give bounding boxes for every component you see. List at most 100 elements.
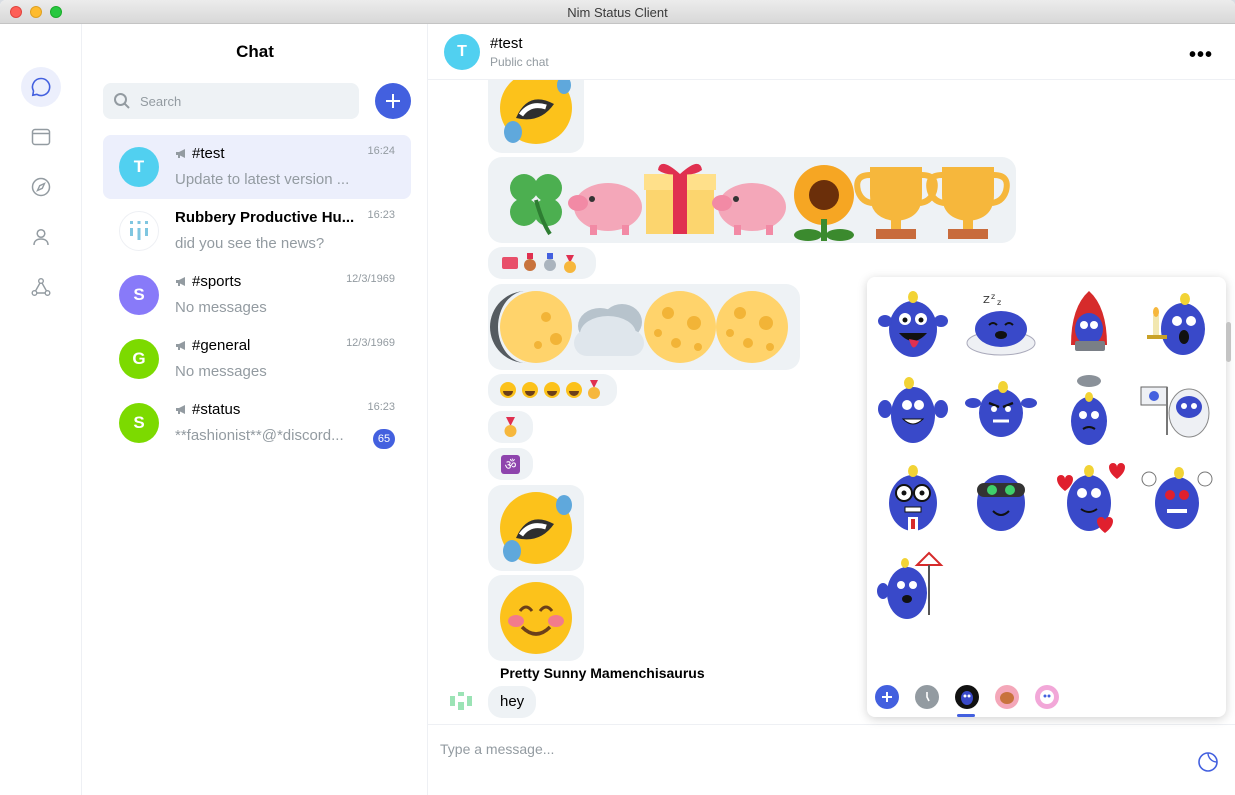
megaphone-icon (176, 405, 185, 414)
sticker-pack-3-button[interactable] (1035, 685, 1059, 709)
new-chat-button[interactable] (375, 83, 411, 119)
chat-item-test[interactable]: T #test 16:24 Update to latest version .… (103, 135, 411, 199)
chat-time: 12/3/1969 (346, 273, 395, 285)
chat-preview: did you see the news? (175, 235, 325, 252)
sticker-item[interactable] (1139, 285, 1215, 361)
message-scrollbar[interactable] (1226, 322, 1231, 362)
avatar: S (119, 275, 159, 315)
unread-badge: 65 (373, 429, 395, 449)
person-icon (33, 228, 49, 246)
love-monster-sticker-icon (1057, 463, 1125, 533)
chat-item-status[interactable]: S #status 16:23 **fashionist**@*discord.… (103, 391, 411, 455)
chat-header: T #test Public chat ••• (428, 24, 1235, 80)
moon-row-icon (490, 291, 788, 363)
sticker-item[interactable] (1139, 461, 1215, 537)
chat-nav-button[interactable] (21, 67, 61, 107)
emoji-message (488, 284, 800, 370)
emoji-message (488, 485, 584, 571)
sticker-picker: Zzz (867, 277, 1226, 717)
megaphone-icon (176, 341, 185, 350)
sticker-item[interactable] (1051, 285, 1127, 361)
window-title: Nim Status Client (567, 5, 668, 20)
avatar: S (119, 403, 159, 443)
node-nav-button[interactable] (21, 267, 61, 307)
flag-astronaut-sticker-icon (1140, 386, 1210, 438)
wallet-icon (31, 128, 51, 146)
plus-icon (882, 692, 892, 702)
candle-monster-sticker-icon (1147, 293, 1205, 355)
pack-thumbnail-icon (961, 691, 973, 705)
small-emoji-row-icon (502, 253, 576, 273)
browser-nav-button[interactable] (21, 167, 61, 207)
medal-emoji-icon (504, 417, 517, 437)
avatar: T (119, 147, 159, 187)
search-placeholder: Search (140, 94, 182, 109)
svg-text:z: z (997, 298, 1001, 307)
rofl-emoji-icon (500, 492, 572, 564)
cloud-monster-sticker-icon (1071, 375, 1107, 445)
navigation-rail (0, 24, 82, 795)
message-sender-name: Pretty Sunny Mamenchisaurus (500, 665, 705, 681)
emoji-row-icon (510, 163, 1010, 241)
chat-item-rubbery[interactable]: Rubbery Productive Hu... 16:23 did you s… (103, 199, 411, 263)
identicon-icon (130, 221, 148, 240)
glasses-monster-sticker-icon (889, 465, 937, 531)
faces-row-icon (500, 380, 600, 399)
chat-item-sports[interactable]: S #sports 12/3/1969 No messages (103, 263, 411, 327)
recent-stickers-button[interactable] (915, 685, 939, 709)
sticker-pack-1-button[interactable] (955, 685, 979, 709)
sticker-toggle-icon[interactable] (1197, 751, 1219, 773)
goggles-monster-sticker-icon (977, 475, 1025, 531)
emoji-message (488, 247, 596, 279)
add-sticker-pack-button[interactable] (875, 685, 899, 709)
chat-preview: Update to latest version ... (175, 171, 350, 188)
thumbs-up-monster-sticker-icon (878, 377, 948, 443)
emoji-message: ॐ (488, 448, 533, 480)
chat-header-name: #test (490, 35, 523, 52)
search-input[interactable]: Search (103, 83, 359, 119)
compass-icon (31, 177, 51, 197)
identicon-avatar (119, 211, 159, 251)
search-icon (114, 93, 130, 109)
message-input[interactable]: Type a message... (440, 741, 554, 757)
emoji-message (488, 411, 533, 443)
emoji-message (488, 374, 617, 406)
pack-thumbnail-icon (1040, 690, 1054, 704)
chat-list-panel: Chat Search T #test 16:24 Update to late… (82, 24, 428, 795)
furious-monster-sticker-icon (1141, 467, 1213, 529)
sender-identicon-icon (450, 692, 472, 710)
sticker-item[interactable] (963, 461, 1039, 537)
chat-preview: **fashionist**@*discord... (175, 427, 344, 444)
chat-item-general[interactable]: G #general 12/3/1969 No messages (103, 327, 411, 391)
pack-thumbnail-icon (1000, 692, 1014, 704)
profile-nav-button[interactable] (21, 217, 61, 257)
clock-icon (926, 692, 930, 702)
angry-monster-sticker-icon (965, 381, 1037, 437)
plus-icon (386, 94, 400, 108)
more-options-button[interactable]: ••• (1189, 44, 1213, 67)
chat-name: #sports (175, 273, 241, 290)
chat-time: 16:23 (367, 209, 395, 221)
sticker-item[interactable] (875, 285, 951, 361)
sticker-item[interactable] (1051, 373, 1127, 449)
megaphone-icon (176, 149, 185, 158)
wallet-nav-button[interactable] (21, 117, 61, 157)
sticker-item[interactable]: Zzz (963, 285, 1039, 361)
smiling-blush-emoji-icon (500, 582, 572, 654)
sticker-item[interactable] (1051, 461, 1127, 537)
app-window: Nim Status Client Chat Search T #test 16… (0, 0, 1235, 795)
message-composer[interactable]: Type a message... (428, 724, 1235, 795)
sticker-item[interactable] (963, 373, 1039, 449)
sticker-item[interactable] (875, 373, 951, 449)
sticker-item[interactable] (875, 549, 951, 625)
sticker-pack-2-button[interactable] (995, 685, 1019, 709)
text-message: hey (488, 686, 537, 718)
chat-preview: No messages (175, 363, 267, 380)
chat-name: #test (175, 145, 225, 162)
sticker-item[interactable] (875, 461, 951, 537)
umbrella-monster-sticker-icon (877, 551, 944, 619)
network-icon (31, 278, 51, 296)
sticker-item[interactable] (1139, 373, 1215, 449)
chat-header-avatar: T (444, 34, 480, 70)
active-pack-indicator (957, 714, 975, 717)
